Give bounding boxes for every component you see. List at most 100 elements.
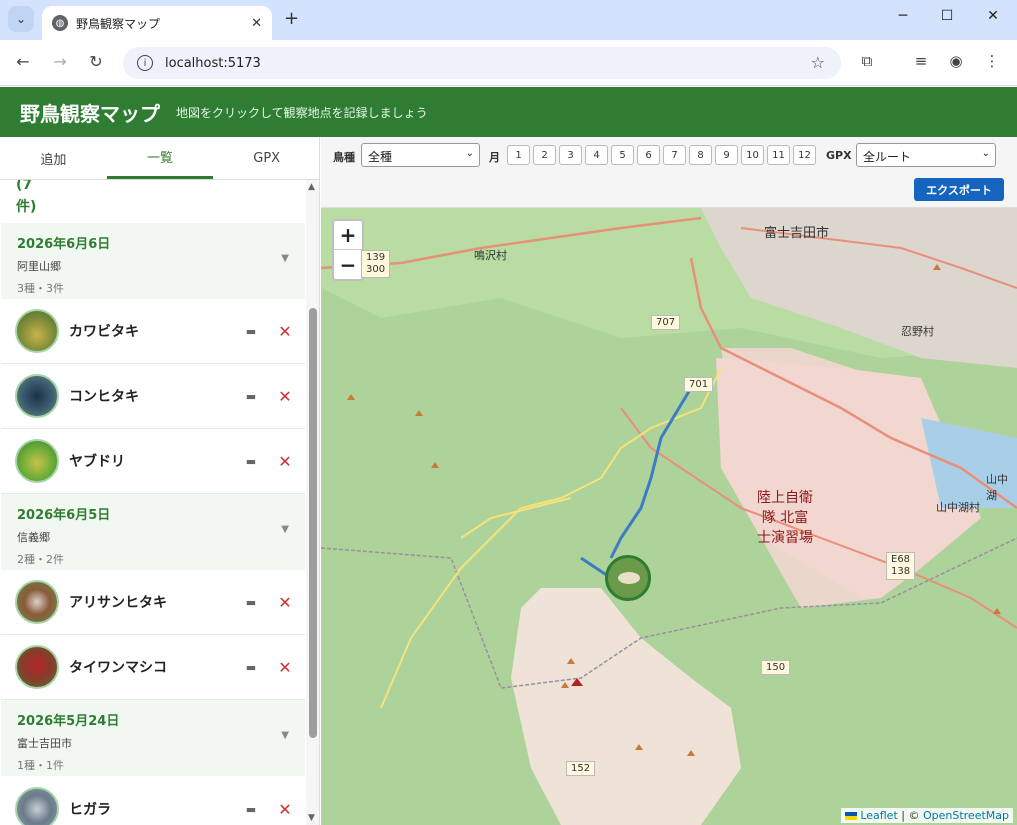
month-button[interactable]: 11 [767, 145, 790, 165]
new-tab-button[interactable]: + [284, 8, 299, 29]
month-button[interactable]: 6 [637, 145, 660, 165]
species-name: ヤブドリ [69, 454, 125, 470]
month-button[interactable]: 7 [663, 145, 686, 165]
collapse-triangle-icon[interactable]: ▼ [281, 253, 289, 264]
reload-icon[interactable]: ↻ [85, 52, 107, 71]
map-tiles [321, 208, 1017, 825]
scroll-up-icon[interactable]: ▲ [308, 182, 315, 192]
delete-icon[interactable]: ✕ [265, 452, 305, 471]
edit-icon[interactable]: ▬ [235, 390, 265, 403]
map-label-training-area: 陸上自衛 隊 北富 士演習場 [757, 490, 813, 546]
date-group-header[interactable]: 2026年5月24日 富士吉田市 1種・1件 ▼ [1, 700, 305, 776]
month-button[interactable]: 12 [793, 145, 816, 165]
edit-icon[interactable]: ▬ [235, 325, 265, 338]
zoom-out-button[interactable]: − [334, 250, 362, 279]
media-control-icon[interactable]: ≡ [910, 52, 932, 70]
list-scrollbar[interactable]: ▲ ▼ [306, 180, 319, 825]
delete-icon[interactable]: ✕ [265, 387, 305, 406]
gpx-route-select[interactable]: 全ルート ⌄ [856, 143, 996, 167]
list-item[interactable]: ヤブドリ ▬ ✕ [1, 429, 305, 494]
month-button[interactable]: 3 [559, 145, 582, 165]
site-info-icon[interactable]: i [137, 55, 153, 71]
osm-link[interactable]: OpenStreetMap [923, 809, 1009, 822]
address-bar[interactable]: i localhost:5173 ☆ [123, 47, 841, 79]
month-button[interactable]: 10 [741, 145, 764, 165]
extensions-icon[interactable]: ⧉ [856, 52, 878, 70]
forward-icon[interactable]: → [49, 52, 71, 71]
group-counts: 1種・1件 [17, 759, 64, 772]
month-button[interactable]: 4 [585, 145, 608, 165]
tab-list[interactable]: 一覧 [106, 137, 214, 179]
tab-add[interactable]: 追加 [0, 137, 107, 179]
month-button[interactable]: 9 [715, 145, 738, 165]
month-button[interactable]: 2 [533, 145, 556, 165]
zoom-in-button[interactable]: + [334, 221, 362, 250]
scroll-down-icon[interactable]: ▼ [308, 813, 315, 823]
list-item[interactable]: アリサンヒタキ ▬ ✕ [1, 570, 305, 635]
close-tab-icon[interactable]: ✕ [251, 16, 262, 31]
title-bar: ⌄ ◍ 野鳥観察マップ ✕ + ─ ☐ ✕ [0, 0, 1017, 40]
chevron-down-icon: ⌄ [981, 148, 990, 159]
edit-icon[interactable]: ▬ [235, 455, 265, 468]
species-name: タイワンマシコ [69, 660, 167, 676]
route-shield: E68 138 [886, 552, 916, 580]
record-count: (7 件) [16, 180, 37, 215]
edit-icon[interactable]: ▬ [235, 596, 265, 609]
export-button[interactable]: エクスポート [914, 178, 1004, 201]
species-name: コンヒタキ [69, 389, 139, 405]
profile-icon[interactable]: ◉ [945, 52, 967, 70]
delete-icon[interactable]: ✕ [265, 800, 305, 819]
species-filter-label: 鳥種 [333, 151, 355, 164]
list-item[interactable]: ヒガラ ▬ ✕ [1, 777, 305, 825]
date-group-header[interactable]: 2026年6月6日 阿里山郷 3種・3件 ▼ [1, 223, 305, 299]
filter-bar: 鳥種 全種 ⌄ 月 1 2 3 4 5 6 7 8 9 10 11 12 GPX… [321, 137, 1017, 208]
tab-gpx[interactable]: GPX [213, 137, 319, 179]
delete-icon[interactable]: ✕ [265, 658, 305, 677]
route-shield: 701 [684, 377, 714, 392]
month-button[interactable]: 8 [689, 145, 712, 165]
month-button[interactable]: 5 [611, 145, 634, 165]
species-select-value: 全種 [368, 150, 393, 164]
bird-photo-avatar [15, 787, 59, 825]
tab-title: 野鳥観察マップ [76, 16, 161, 31]
zoom-control: + − [332, 219, 364, 281]
month-button[interactable]: 1 [507, 145, 530, 165]
species-name: ヒガラ [69, 802, 111, 818]
back-icon[interactable]: ← [12, 52, 34, 71]
scrollbar-thumb[interactable] [309, 308, 317, 738]
route-shield: 150 [761, 660, 791, 675]
map-label-oshino: 忍野村 [901, 325, 934, 338]
bookmark-star-icon[interactable]: ☆ [811, 53, 825, 72]
map-view[interactable]: + − 富士吉田市 鳴沢村 忍野村 山中湖村 山中湖 陸上自衛 隊 北富 士演習… [321, 208, 1017, 825]
delete-icon[interactable]: ✕ [265, 593, 305, 612]
app-header: 野鳥観察マップ 地図をクリックして観察地点を記録しましょう [0, 87, 1017, 137]
bird-observation-marker[interactable] [605, 555, 651, 601]
globe-icon: ◍ [52, 15, 68, 31]
bird-photo-avatar [15, 374, 59, 418]
tab-search-button[interactable]: ⌄ [8, 6, 34, 32]
window-close-icon[interactable]: ✕ [983, 8, 1003, 24]
list-item[interactable]: カワビタキ ▬ ✕ [1, 299, 305, 364]
list-item[interactable]: コンヒタキ ▬ ✕ [1, 364, 305, 429]
collapse-triangle-icon[interactable]: ▼ [281, 730, 289, 741]
minimize-icon[interactable]: ─ [893, 8, 913, 24]
maximize-icon[interactable]: ☐ [937, 8, 957, 24]
chevron-down-icon: ⌄ [465, 148, 474, 159]
sidebar: 追加 一覧 GPX (7 件) 2026年6月6日 阿里山郷 3種・3件 ▼ カ… [0, 137, 320, 825]
species-select[interactable]: 全種 ⌄ [361, 143, 480, 167]
list-item[interactable]: タイワンマシコ ▬ ✕ [1, 635, 305, 700]
browser-window: ⌄ ◍ 野鳥観察マップ ✕ + ─ ☐ ✕ ← → ↻ i localhost:… [0, 0, 1017, 825]
date-group-header[interactable]: 2026年6月5日 信義郷 2種・2件 ▼ [1, 494, 305, 570]
group-counts: 2種・2件 [17, 553, 64, 566]
chevron-down-icon: ⌄ [15, 12, 27, 26]
delete-icon[interactable]: ✕ [265, 322, 305, 341]
edit-icon[interactable]: ▬ [235, 661, 265, 674]
menu-kebab-icon[interactable]: ⋮ [981, 52, 1003, 70]
collapse-triangle-icon[interactable]: ▼ [281, 524, 289, 535]
leaflet-link[interactable]: Leaflet [860, 809, 897, 822]
browser-tab[interactable]: ◍ 野鳥観察マップ ✕ [42, 6, 272, 40]
group-date: 2026年6月6日 [17, 237, 111, 252]
edit-icon[interactable]: ▬ [235, 803, 265, 816]
route-shield: 152 [566, 761, 596, 776]
map-label-lake: 山中湖 [986, 473, 1008, 502]
